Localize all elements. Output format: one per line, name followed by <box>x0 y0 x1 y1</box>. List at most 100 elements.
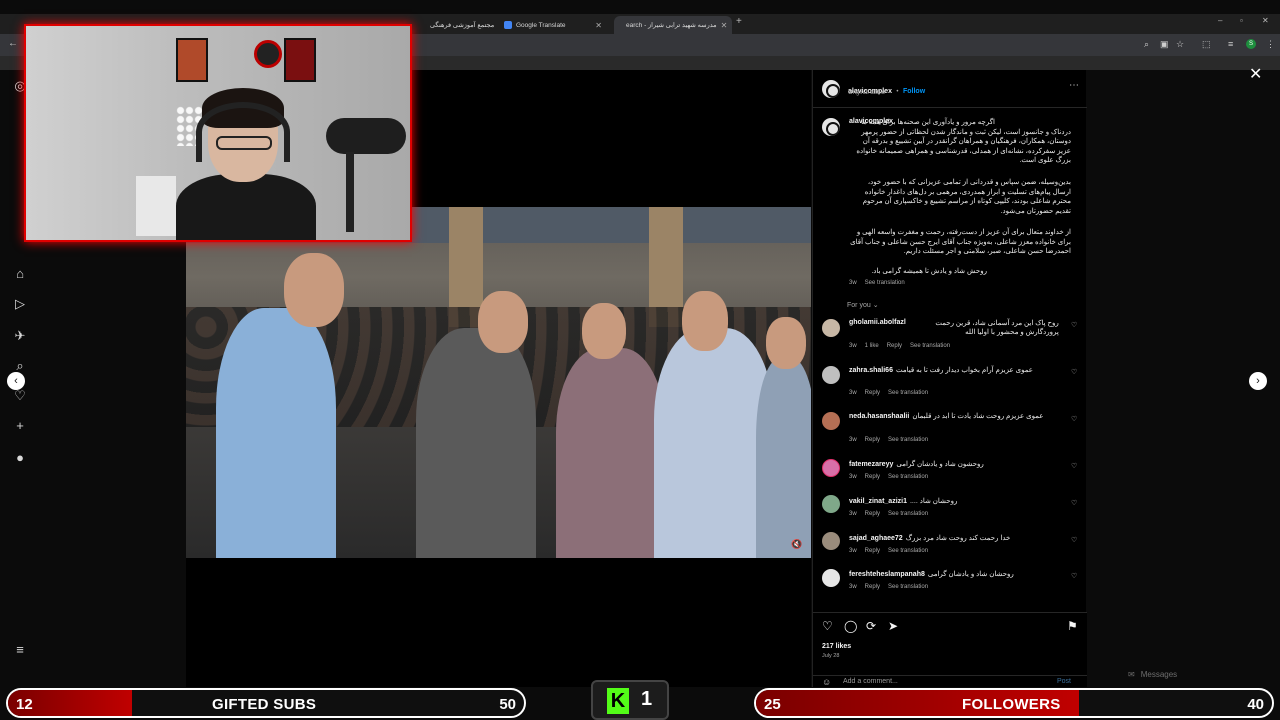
bookmark-star-icon[interactable]: ☆ <box>1176 39 1184 50</box>
comment-username[interactable]: sajad_aghaee72 <box>849 535 903 542</box>
post-photo[interactable] <box>186 207 811 558</box>
zoom-icon[interactable]: ⌕ <box>1144 39 1149 50</box>
media-icon[interactable]: ≡ <box>1228 39 1233 49</box>
comment-bubble-icon[interactable]: ◯ <box>844 619 857 633</box>
comment-username[interactable]: fereshteheslampanah8 <box>849 571 925 578</box>
see-translation-link[interactable]: See translation <box>888 548 928 554</box>
comment-input[interactable]: Add a comment... <box>843 678 898 685</box>
streamer <box>176 88 316 240</box>
caption-meta: 3w See translation <box>849 280 913 286</box>
create-icon[interactable]: + <box>12 418 28 433</box>
see-translation-link[interactable]: See translation <box>888 584 928 590</box>
chevron-down-icon: ⌄ <box>872 302 879 309</box>
share-icon[interactable]: ➤ <box>888 619 898 633</box>
reply-link[interactable]: Reply <box>865 548 880 554</box>
like-count[interactable]: 217 likes <box>822 643 851 650</box>
comment-likes[interactable]: 1 like <box>865 343 879 349</box>
new-tab-icon[interactable]: + <box>736 16 742 27</box>
see-translation-link[interactable]: See translation <box>888 511 928 517</box>
see-translation-link[interactable]: See translation <box>888 390 928 396</box>
messages-bubble[interactable]: ✉ Messages <box>1128 670 1177 679</box>
screen: { "browser": { "tabs": [ {"label": "مجتم… <box>0 0 1280 720</box>
like-heart-icon[interactable]: ♡ <box>822 619 833 633</box>
more-menu-icon[interactable]: ≡ <box>12 642 28 657</box>
comment-username[interactable]: fatemezareyy <box>849 461 893 468</box>
menu-kebab-icon[interactable]: ⋮ <box>1266 39 1275 50</box>
reply-link[interactable]: Reply <box>865 474 880 480</box>
comment-username[interactable]: vakil_zinat_azizi1 <box>849 498 907 505</box>
comment-username[interactable]: zahra.shali66 <box>849 367 893 374</box>
comment-username[interactable]: neda.hasanshaalii <box>849 413 909 420</box>
followers-current: 25 <box>764 696 781 713</box>
next-post-button[interactable]: › <box>1249 372 1267 390</box>
post-comment-button[interactable]: Post <box>1057 678 1071 685</box>
like-comment-icon[interactable]: ♡ <box>1071 368 1077 376</box>
see-translation-link[interactable]: See translation <box>865 280 905 286</box>
tab-search[interactable]: earch - مدرسه شهید ترابی شیراز ✕ <box>614 16 732 34</box>
comment-meta: 3w Reply See translation <box>849 390 936 396</box>
comment-username[interactable]: gholamii.abolfazl <box>849 319 906 326</box>
caption-time: 3w <box>849 280 857 286</box>
repost-icon[interactable]: ⟳ <box>866 619 876 633</box>
extensions-icon[interactable]: ⬚ <box>1202 39 1211 50</box>
emoji-icon[interactable]: ☺ <box>822 677 831 687</box>
gifted-subs-goal-bar: GIFTED SUBS 12 50 <box>6 688 526 718</box>
comment-time: 3w <box>849 390 857 396</box>
comment-sort-dropdown[interactable]: For you ⌄ <box>847 301 879 309</box>
see-translation-link[interactable]: See translation <box>910 343 950 349</box>
commenter-avatar[interactable] <box>822 412 840 430</box>
see-translation-link[interactable]: See translation <box>888 474 928 480</box>
save-bookmark-icon[interactable]: ⚑ <box>1067 619 1078 633</box>
notifications-icon[interactable]: ♡ <box>12 388 28 404</box>
reply-link[interactable]: Reply <box>865 584 880 590</box>
followers-goal-bar: FOLLOWERS 25 40 <box>754 688 1274 718</box>
mute-icon[interactable]: 🔇 <box>791 539 802 550</box>
commenter-avatar[interactable] <box>822 459 840 477</box>
close-tab-icon[interactable]: ✕ <box>595 21 602 30</box>
tab-google-translate[interactable]: Google Translate ✕ <box>496 16 610 34</box>
tab-label: مجتمع آموزشی فرهنگی <box>430 22 495 29</box>
back-icon[interactable]: ← <box>8 38 18 49</box>
audio-label[interactable]: Original audio <box>848 90 885 96</box>
like-comment-icon[interactable]: ♡ <box>1071 415 1077 423</box>
reels-icon[interactable]: ▷ <box>12 296 28 312</box>
cast-icon[interactable]: ▣ <box>1160 39 1169 50</box>
comment-time: 3w <box>849 511 857 517</box>
reply-link[interactable]: Reply <box>887 343 902 349</box>
profile-icon[interactable]: ● <box>12 450 28 465</box>
like-comment-icon[interactable]: ♡ <box>1071 536 1077 544</box>
close-icon[interactable]: ✕ <box>1249 64 1262 84</box>
sort-label: For you <box>847 302 871 309</box>
like-comment-icon[interactable]: ♡ <box>1071 462 1077 470</box>
home-icon[interactable]: ⌂ <box>12 266 28 281</box>
maximize-icon[interactable]: ▫ <box>1240 16 1243 25</box>
more-options-icon[interactable]: ⋯ <box>1069 80 1079 91</box>
close-tab-icon[interactable]: ✕ <box>721 21 728 30</box>
like-comment-icon[interactable]: ♡ <box>1071 499 1077 507</box>
commenter-avatar[interactable] <box>822 495 840 513</box>
commenter-avatar[interactable] <box>822 569 840 587</box>
window-close-icon[interactable]: ✕ <box>1262 16 1269 25</box>
followers-goal: 40 <box>1247 696 1264 713</box>
glasses <box>216 136 272 150</box>
like-comment-icon[interactable]: ♡ <box>1071 321 1077 329</box>
caption-avatar[interactable] <box>822 118 840 136</box>
follow-button[interactable]: Follow <box>903 88 925 95</box>
see-translation-link[interactable]: See translation <box>888 437 928 443</box>
commenter-avatar[interactable] <box>822 366 840 384</box>
comment-time: 3w <box>849 437 857 443</box>
commenter-avatar[interactable] <box>822 532 840 550</box>
reply-link[interactable]: Reply <box>865 511 880 517</box>
google-translate-icon <box>504 21 512 29</box>
profile-avatar[interactable]: S <box>1246 39 1256 49</box>
minimize-icon[interactable]: – <box>1218 16 1222 25</box>
author-avatar[interactable] <box>822 80 840 98</box>
messages-icon[interactable]: ✈ <box>12 328 28 344</box>
tab-cultural-complex[interactable]: مجتمع آموزشی فرهنگی <box>418 16 498 34</box>
reply-link[interactable]: Reply <box>865 390 880 396</box>
like-comment-icon[interactable]: ♡ <box>1071 572 1077 580</box>
commenter-avatar[interactable] <box>822 319 840 337</box>
caption-paragraph: بدین‌وسیله، ضمن سپاس و قدردانی از تمامی … <box>862 179 1071 215</box>
reply-link[interactable]: Reply <box>865 437 880 443</box>
previous-post-button[interactable]: ‹ <box>7 372 25 390</box>
